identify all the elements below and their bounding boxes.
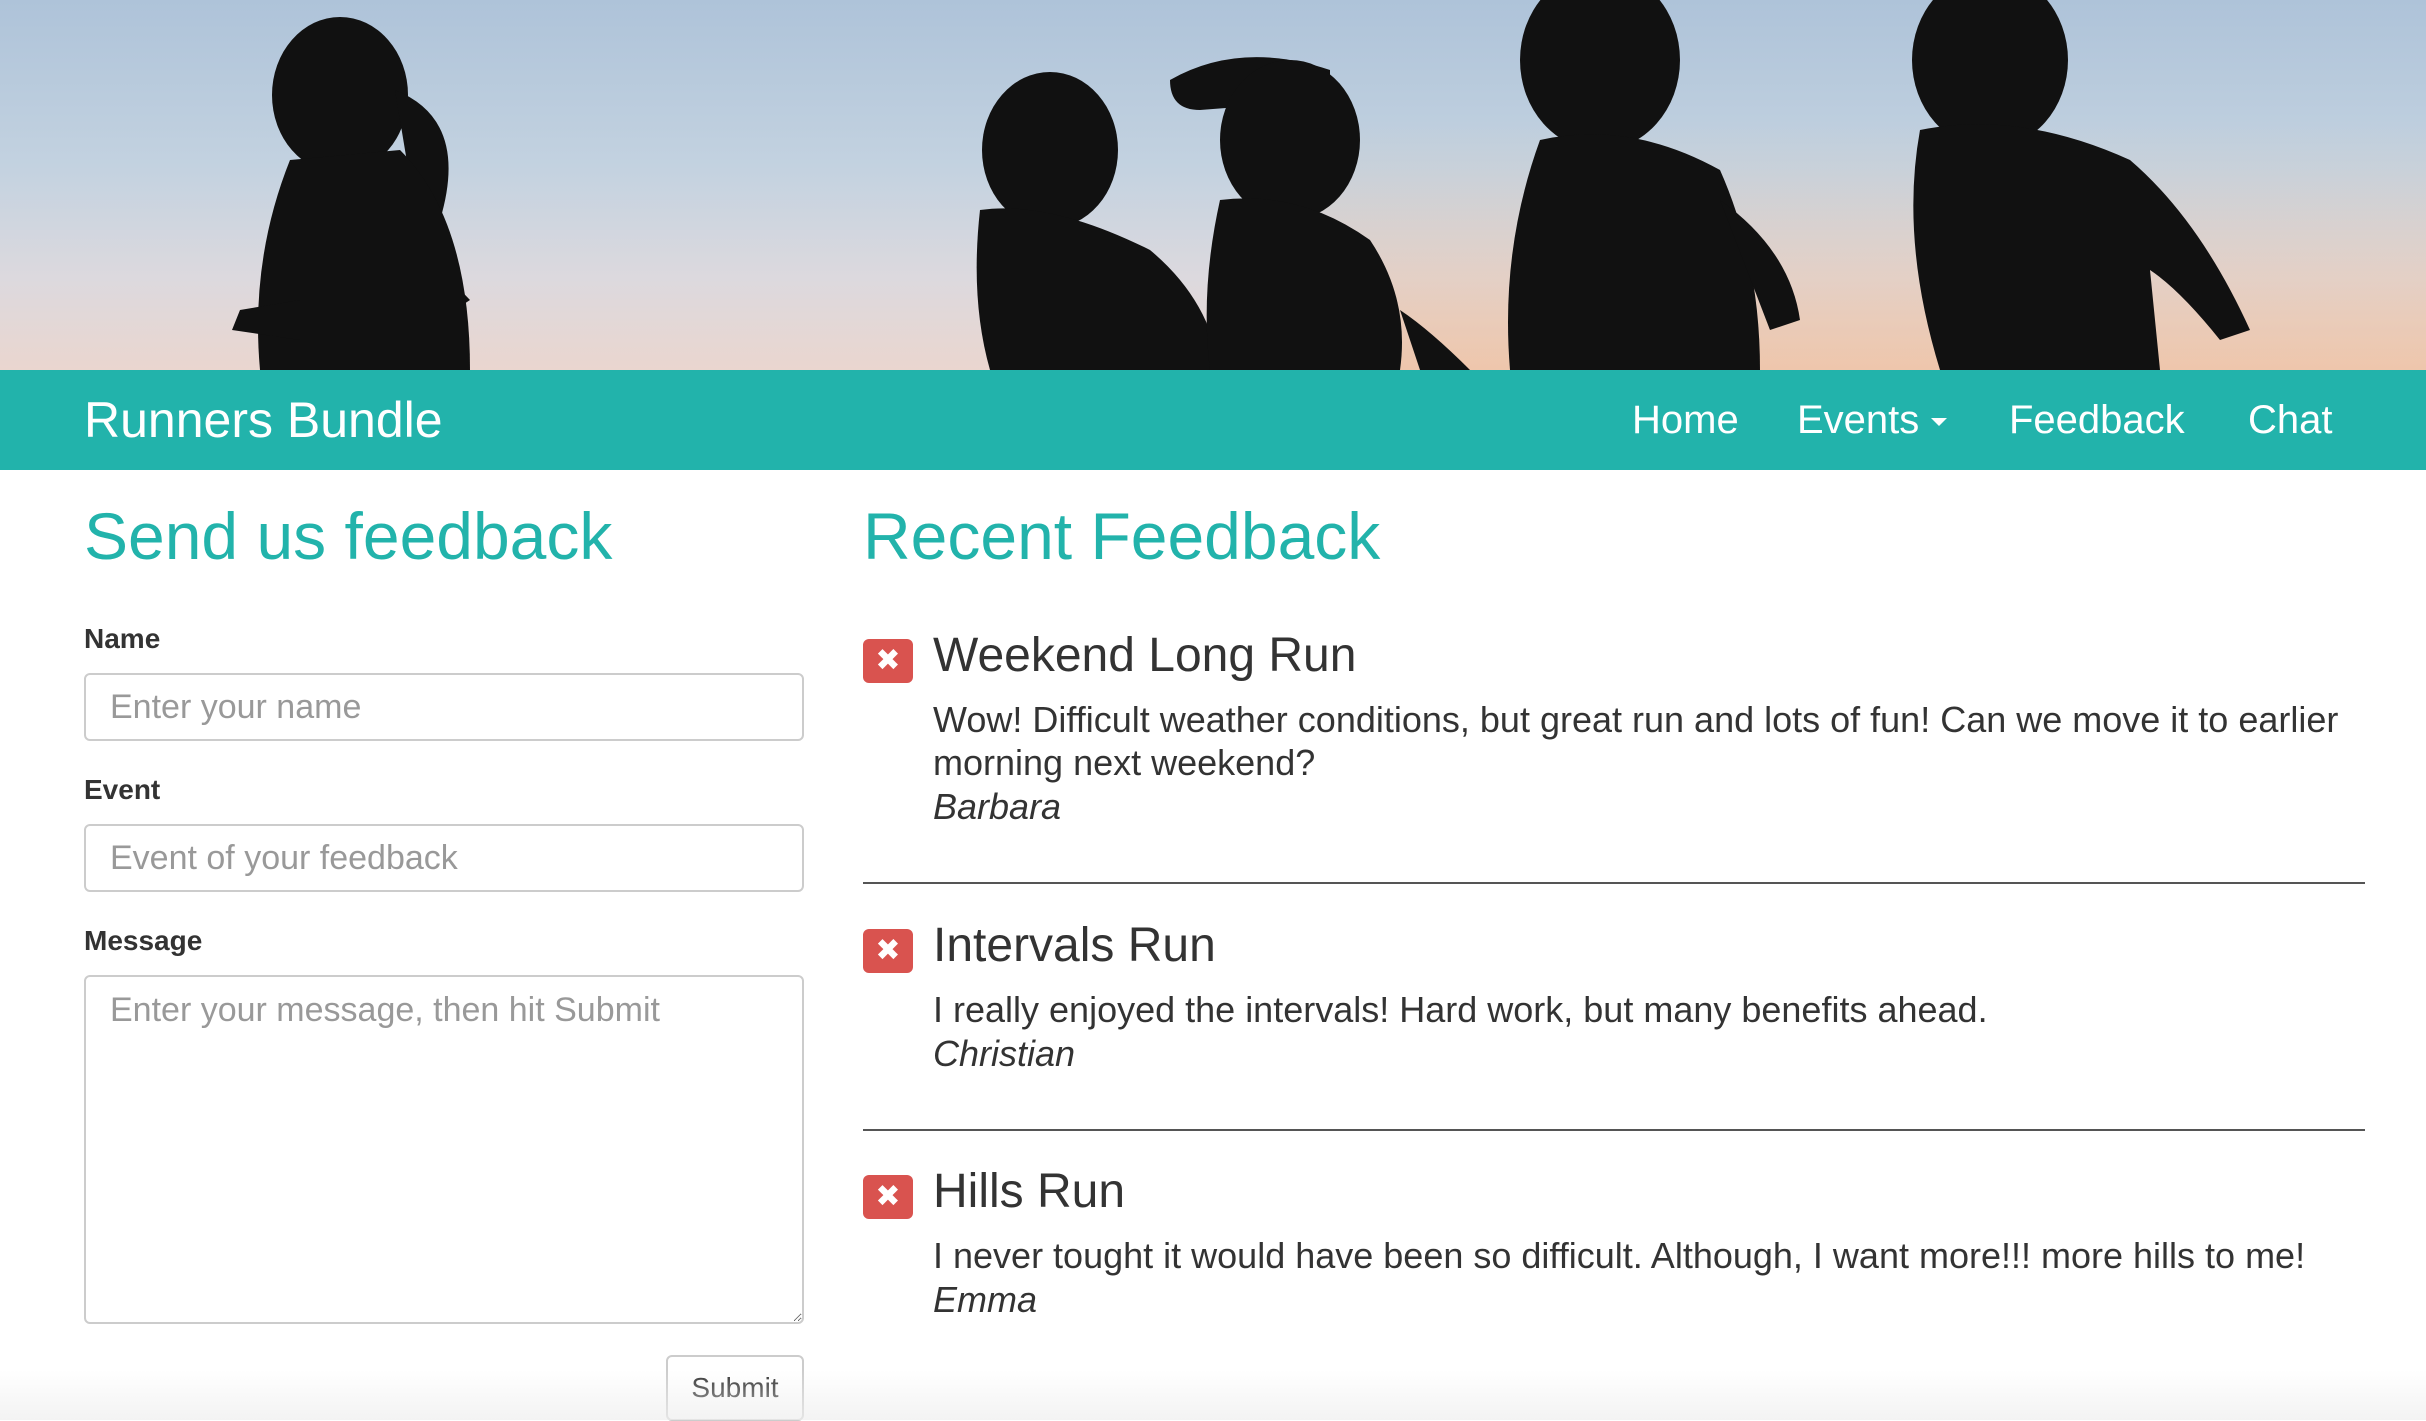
feedback-message: Wow! Difficult weather conditions, but g… bbox=[933, 699, 2339, 783]
message-textarea[interactable] bbox=[84, 975, 804, 1324]
feedback-title: Weekend Long Run bbox=[933, 629, 1357, 682]
runners-silhouette-image bbox=[232, 0, 2426, 370]
form-heading: Send us feedback bbox=[84, 499, 613, 573]
bottom-fade bbox=[0, 1370, 2426, 1420]
submit-button[interactable]: Submit bbox=[666, 1355, 804, 1421]
feedback-title: Hills Run bbox=[933, 1165, 1126, 1218]
feedback-title: Intervals Run bbox=[933, 919, 1216, 972]
event-label: Event bbox=[84, 774, 161, 805]
navbar: Runners Bundle Home Events Feedback Chat bbox=[0, 370, 2426, 470]
name-input[interactable] bbox=[84, 673, 804, 741]
feedback-message: I really enjoyed the intervals! Hard wor… bbox=[933, 989, 1988, 1030]
close-icon: ✖ bbox=[875, 934, 901, 967]
caret-down-icon bbox=[1931, 418, 1948, 427]
nav-chat[interactable]: Chat bbox=[2248, 370, 2333, 470]
delete-feedback-button[interactable]: ✖ bbox=[863, 929, 913, 973]
feedback-message: I never tought it would have been so dif… bbox=[933, 1235, 2306, 1276]
nav-home[interactable]: Home bbox=[1632, 370, 1739, 470]
message-label: Message bbox=[84, 925, 203, 956]
name-label: Name bbox=[84, 623, 161, 654]
delete-feedback-button[interactable]: ✖ bbox=[863, 1175, 913, 1219]
feedback-divider bbox=[863, 882, 2365, 884]
brand-link[interactable]: Runners Bundle bbox=[84, 370, 443, 470]
feedback-author: Barbara bbox=[933, 786, 1062, 827]
delete-feedback-button[interactable]: ✖ bbox=[863, 639, 913, 683]
feedback-author: Christian bbox=[933, 1033, 1076, 1074]
recent-feedback-heading: Recent Feedback bbox=[863, 499, 1381, 573]
event-input[interactable] bbox=[84, 824, 804, 892]
hero-banner bbox=[0, 0, 2426, 370]
nav-events-dropdown[interactable]: Events bbox=[1797, 370, 1948, 470]
feedback-divider bbox=[863, 1129, 2365, 1131]
nav-events-label: Events bbox=[1797, 398, 1920, 442]
feedback-author: Emma bbox=[933, 1279, 1038, 1320]
close-icon: ✖ bbox=[875, 1180, 901, 1213]
nav-feedback[interactable]: Feedback bbox=[2009, 370, 2185, 470]
close-icon: ✖ bbox=[875, 644, 901, 677]
